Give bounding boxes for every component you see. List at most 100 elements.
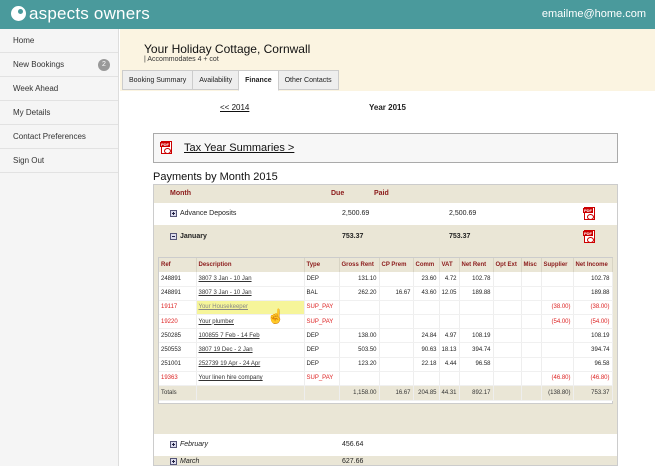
comm-cell: 90.63 [413, 342, 440, 358]
total-gross-rent: 1,158.00 [339, 385, 380, 401]
sidebar-item-my-details[interactable]: My Details [0, 101, 118, 125]
description-link[interactable]: Your plumber [196, 314, 305, 330]
gross-rent-cell [339, 314, 380, 330]
sidebar-item-label: Contact Preferences [13, 132, 86, 141]
pdf-icon[interactable] [583, 230, 595, 243]
net-rent-cell: 102.78 [459, 272, 494, 287]
collapse-icon[interactable] [170, 233, 177, 240]
supplier-cell [541, 328, 574, 344]
pdf-icon[interactable] [583, 207, 595, 220]
misc-cell [521, 314, 542, 330]
user-email[interactable]: emailme@home.com [542, 8, 646, 20]
vat-cell: 4.44 [439, 357, 460, 372]
net-rent-cell: 394.74 [459, 342, 494, 358]
column-header: Type [304, 258, 340, 272]
net-rent-cell: 108.19 [459, 328, 494, 344]
type-cell: DEP [304, 342, 340, 358]
column-header: VAT [439, 258, 460, 272]
misc-cell [521, 286, 542, 301]
expand-icon[interactable] [170, 210, 177, 217]
due-column-header: Due [331, 190, 345, 197]
top-bar: aspects owners emailme@home.com [0, 0, 655, 29]
gross-rent-cell [339, 371, 380, 387]
ref-cell: 19117 [159, 300, 197, 316]
opt-ext-cell [493, 342, 522, 358]
description-link[interactable]: 100855 7 Feb - 14 Feb [196, 328, 305, 344]
column-header: Comm [413, 258, 440, 272]
opt-ext-cell [493, 286, 522, 301]
gross-rent-cell: 131.10 [339, 272, 380, 287]
totals-row: Totals 1,158.00 16.67 204.85 44.31 892.1… [159, 385, 613, 401]
table-header-row: Ref Description Type Gross Rent CP Prem … [159, 258, 613, 272]
due-amount: 456.64 [342, 441, 364, 448]
brand-name: aspects owners [29, 4, 150, 23]
property-subtitle: | Accommodates 4 + cot [144, 56, 219, 63]
sidebar-item-new-bookings[interactable]: New Bookings 2 [0, 53, 118, 77]
paid-column-header: Paid [374, 190, 389, 197]
ref-cell: 250553 [159, 342, 197, 358]
sidebar-item-contact-preferences[interactable]: Contact Preferences [0, 125, 118, 149]
description-link[interactable]: 3807 19 Dec - 2 Jan [196, 342, 305, 358]
gross-rent-cell [339, 300, 380, 316]
type-cell: SUP_PAY [304, 314, 340, 330]
january-detail-panel: Ref Description Type Gross Rent CP Prem … [158, 257, 613, 404]
total-misc [521, 385, 542, 401]
count-badge: 2 [98, 59, 110, 71]
tax-year-summaries-link[interactable]: Tax Year Summaries > [184, 142, 294, 154]
type-cell: SUP_PAY [304, 371, 340, 387]
expand-icon[interactable] [170, 441, 177, 448]
net-income-cell: 189.88 [573, 286, 613, 301]
description-link[interactable]: 252739 19 Apr - 24 Apr [196, 357, 305, 372]
total-opt-ext [493, 385, 522, 401]
ref-cell: 250285 [159, 328, 197, 344]
description-link[interactable]: 3807 3 Jan - 10 Jan [196, 272, 305, 287]
expand-icon[interactable] [170, 458, 177, 465]
due-amount: 2,500.69 [342, 210, 370, 217]
comm-cell [413, 314, 440, 330]
sidebar: Home New Bookings 2 Week Ahead My Details… [0, 29, 119, 466]
vat-cell [439, 314, 460, 330]
sidebar-item-label: Week Ahead [13, 84, 59, 93]
column-header: Description [196, 258, 305, 272]
cp-prem-cell: 16.67 [379, 286, 414, 301]
sidebar-item-sign-out[interactable]: Sign Out [0, 149, 118, 173]
supplier-cell: (54.00) [541, 314, 574, 330]
tab-other-contacts[interactable]: Other Contacts [277, 70, 339, 90]
tab-availability[interactable]: Availability [192, 70, 240, 90]
vat-cell [439, 371, 460, 387]
supplier-cell [541, 357, 574, 372]
vat-cell: 4.97 [439, 328, 460, 344]
type-cell: BAL [304, 286, 340, 301]
total-net-income: 753.37 [573, 385, 613, 401]
tab-finance[interactable]: Finance [238, 70, 279, 91]
comm-cell: 22.18 [413, 357, 440, 372]
description-link[interactable]: Your Housekeeper [196, 300, 305, 316]
logo-icon [11, 6, 26, 21]
cp-prem-cell [379, 357, 414, 372]
sidebar-item-home[interactable]: Home [0, 29, 118, 53]
month-column-header: Month [170, 190, 191, 197]
supplier-cell [541, 272, 574, 287]
net-income-cell: 108.19 [573, 328, 613, 344]
net-rent-cell [459, 314, 494, 330]
tab-booking-summary[interactable]: Booking Summary [122, 70, 194, 90]
brand-logo[interactable]: aspects owners [11, 4, 150, 24]
gross-rent-cell: 503.50 [339, 342, 380, 358]
cp-prem-cell [379, 371, 414, 387]
opt-ext-cell [493, 300, 522, 316]
paid-amount: 753.37 [449, 233, 471, 240]
gross-rent-cell: 262.20 [339, 286, 380, 301]
description-link[interactable]: 3807 3 Jan - 10 Jan [196, 286, 305, 301]
misc-cell [521, 357, 542, 372]
prev-year-link[interactable]: << 2014 [220, 103, 249, 112]
sidebar-item-label: Sign Out [13, 156, 45, 165]
ref-cell: 248891 [159, 272, 197, 287]
net-income-cell: 102.78 [573, 272, 613, 287]
description-link[interactable]: Your linen hire company [196, 371, 305, 387]
finance-content: << 2014 Year 2015 Tax Year Summaries > P… [120, 91, 655, 466]
comm-cell: 43.60 [413, 286, 440, 301]
month-table-header: Month Due Paid [154, 185, 617, 203]
sidebar-item-week-ahead[interactable]: Week Ahead [0, 77, 118, 101]
pdf-icon[interactable] [160, 141, 172, 154]
column-header: Gross Rent [339, 258, 380, 272]
